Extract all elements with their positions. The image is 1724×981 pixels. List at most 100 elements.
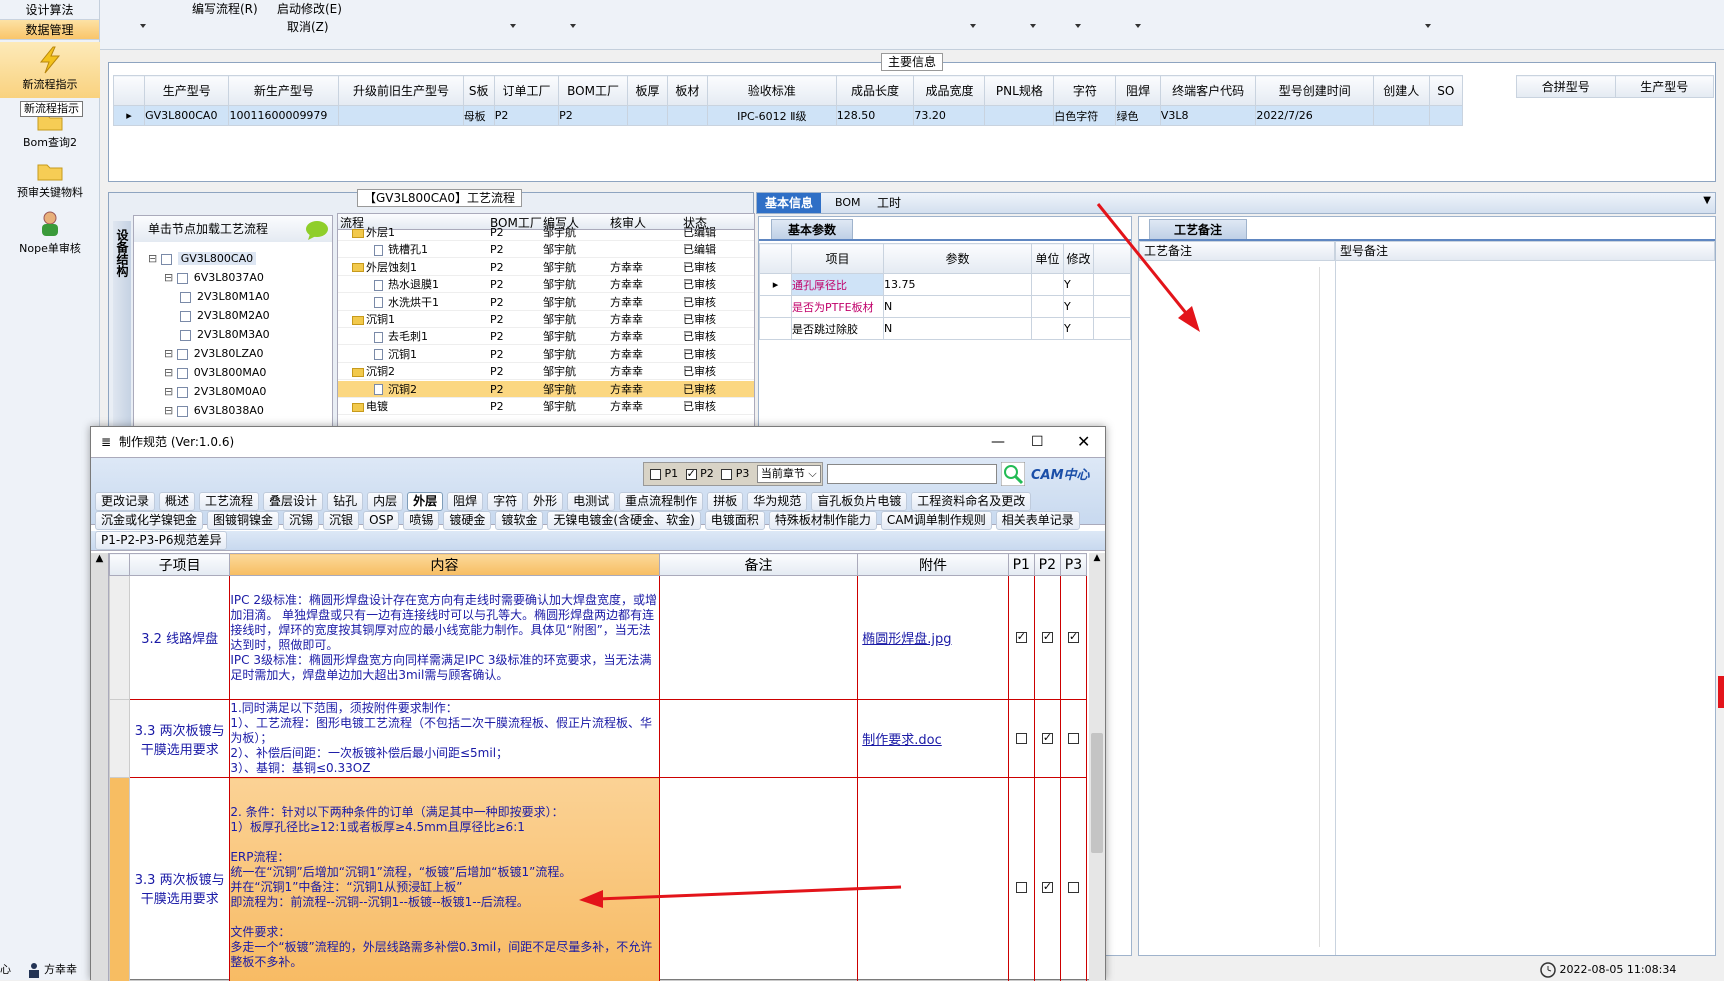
tag-button[interactable]: 拼板 xyxy=(707,492,743,511)
column-header[interactable]: 验收标准 xyxy=(707,76,836,106)
table-row[interactable]: 是否跳过除胶 N Y xyxy=(760,318,1131,340)
tab-hours[interactable]: 工时 xyxy=(869,193,909,213)
cell[interactable]: 10011600009979 xyxy=(229,106,339,126)
side-tab-device-structure[interactable]: 设备结构 xyxy=(113,221,131,431)
attachment-link[interactable] xyxy=(858,778,1008,981)
table-row[interactable]: 沉铜2P2邹宇航方幸幸已审核 xyxy=(338,381,755,398)
tag-button[interactable]: 重点流程制作 xyxy=(619,492,703,511)
minimize-icon[interactable]: — xyxy=(991,427,1005,457)
tag-button[interactable]: 喷锡 xyxy=(403,511,439,530)
param-mod[interactable]: Y xyxy=(1064,274,1094,296)
column-header[interactable]: 订单工厂 xyxy=(494,76,558,106)
cell[interactable]: 73.20 xyxy=(914,106,985,126)
param-value[interactable]: N xyxy=(884,296,1032,318)
tag-button[interactable]: 外形 xyxy=(527,492,563,511)
tag-button[interactable]: 电镀面积 xyxy=(705,511,765,530)
notes-scrollbar[interactable] xyxy=(1319,267,1331,947)
search-icon[interactable] xyxy=(1001,462,1025,486)
p1-checkbox[interactable] xyxy=(1016,632,1027,643)
column-header[interactable]: 子项目 xyxy=(130,554,230,576)
column-header[interactable]: 合拼型号 xyxy=(1517,76,1616,98)
close-icon[interactable]: ✕ xyxy=(1077,427,1090,457)
column-header[interactable]: 板材 xyxy=(667,76,707,106)
tag-button[interactable]: 外层 xyxy=(407,492,443,511)
tag-button[interactable]: 特殊板材制作能力 xyxy=(769,511,877,530)
column-header[interactable]: 生产型号 xyxy=(145,76,229,106)
sidebar-category-design[interactable]: 设计算法 xyxy=(0,0,99,20)
cell[interactable]: IPC-6012 Ⅱ级 xyxy=(707,106,836,126)
tag-button[interactable]: 阻焊 xyxy=(447,492,483,511)
column-header[interactable]: 终端客户代码 xyxy=(1160,76,1255,106)
note-cell[interactable] xyxy=(659,778,858,981)
tag-button[interactable]: 沉锡 xyxy=(283,511,319,530)
column-header[interactable]: 参数 xyxy=(884,244,1032,274)
scroll-thumb[interactable] xyxy=(1091,733,1103,853)
column-header[interactable]: S板 xyxy=(463,76,494,106)
tree-node[interactable]: ⊟ GV3L800CA0 xyxy=(148,252,256,265)
table-row[interactable]: 3.2 线路焊盘 IPC 2级标准：椭圆形焊盘设计存在宽方向有走线时需要确认加大… xyxy=(110,576,1087,700)
sidebar-item-nope-review[interactable]: Nope单审核 xyxy=(0,210,100,256)
cell[interactable]: V3L8 xyxy=(1160,106,1255,126)
param-value[interactable]: N xyxy=(884,318,1032,340)
table-row[interactable]: 去毛刺1P2邹宇航方幸幸已审核 xyxy=(338,328,755,345)
column-header[interactable]: P3 xyxy=(1060,554,1086,576)
attachment-link-text[interactable]: 椭圆形焊盘.jpg xyxy=(862,632,951,647)
sub-item[interactable]: 3.3 两次板镀与干膜选用要求 xyxy=(130,778,230,981)
tag-button[interactable]: OSP xyxy=(363,511,399,530)
tree-node[interactable]: 2V3L80M3A0 xyxy=(180,328,270,341)
column-header[interactable]: BOM工厂 xyxy=(559,76,628,106)
table-row[interactable]: ▸ 通孔厚径比 13.75 Y xyxy=(760,274,1131,296)
column-header[interactable]: SO xyxy=(1429,76,1462,106)
tag-button[interactable]: 字符 xyxy=(487,492,523,511)
param-item[interactable]: 通孔厚径比 xyxy=(792,274,884,296)
column-header[interactable]: 创建人 xyxy=(1374,76,1430,106)
cell[interactable] xyxy=(985,106,1054,126)
tab-basic-info[interactable]: 基本信息 xyxy=(757,193,821,213)
attachment-link[interactable]: 椭圆形焊盘.jpg xyxy=(858,576,1008,700)
column-header[interactable]: 附件 xyxy=(858,554,1008,576)
column-header[interactable]: P2 xyxy=(1034,554,1060,576)
column-header[interactable]: 成品长度 xyxy=(836,76,914,106)
p1-checkbox[interactable] xyxy=(1016,733,1027,744)
sidebar-item-key-material[interactable]: 预审关键物料 xyxy=(0,160,100,200)
right-scrollbar[interactable]: ▲ xyxy=(1089,553,1105,981)
cell[interactable]: 128.50 xyxy=(836,106,914,126)
tag-button[interactable]: 无镍电镀金(含硬金、软金) xyxy=(547,511,700,530)
cell[interactable] xyxy=(667,106,707,126)
tag-button[interactable]: 电测试 xyxy=(567,492,615,511)
table-row[interactable]: 外层蚀刻1P2邹宇航方幸幸已审核 xyxy=(338,259,755,276)
edit-flow-item[interactable]: 编写流程(R) xyxy=(192,2,258,17)
param-unit[interactable] xyxy=(1032,274,1064,296)
scroll-up-icon[interactable]: ▲ xyxy=(1089,553,1105,563)
cell[interactable]: P2 xyxy=(494,106,558,126)
tag-button[interactable]: 工程资料命名及更改 xyxy=(911,492,1031,511)
table-row[interactable]: 是否为PTFE板材 N Y xyxy=(760,296,1131,318)
tag-button[interactable]: 沉银 xyxy=(323,511,359,530)
tag-button[interactable]: 镀硬金 xyxy=(443,511,491,530)
p2-checkbox[interactable] xyxy=(686,469,697,480)
cell[interactable]: 绿色 xyxy=(1116,106,1160,126)
chevron-down-icon[interactable]: ▼ xyxy=(1703,195,1711,206)
expander-icon[interactable]: ⊟ xyxy=(164,404,177,417)
cell[interactable]: 白色字符 xyxy=(1054,106,1116,126)
column-header[interactable]: 板厚 xyxy=(627,76,667,106)
tag-button[interactable]: 沉金或化学镍钯金 xyxy=(95,511,203,530)
attachment-link[interactable]: 制作要求.doc xyxy=(858,700,1008,778)
tag-button[interactable]: 华为规范 xyxy=(747,492,807,511)
cell[interactable]: 2022/7/26 xyxy=(1256,106,1374,126)
cell[interactable]: GV3L800CA0 xyxy=(145,106,229,126)
p3-checkbox[interactable] xyxy=(1068,882,1079,893)
column-header[interactable]: 成品宽度 xyxy=(914,76,985,106)
tag-button[interactable]: 更改记录 xyxy=(95,492,155,511)
content-cell[interactable]: IPC 2级标准：椭圆形焊盘设计存在宽方向有走线时需要确认加大焊盘宽度，或增加泪… xyxy=(230,576,659,700)
param-unit[interactable] xyxy=(1032,296,1064,318)
column-header[interactable]: 备注 xyxy=(659,554,858,576)
tag-button[interactable]: 叠层设计 xyxy=(263,492,323,511)
tree-node[interactable]: ⊟ 2V3L80LZA0 xyxy=(164,347,264,360)
tab-basic-params[interactable]: 基本参数 xyxy=(771,219,853,239)
p2-checkbox[interactable] xyxy=(1042,882,1053,893)
cell[interactable] xyxy=(1374,106,1430,126)
p2-checkbox[interactable] xyxy=(1042,632,1053,643)
column-header[interactable]: 字符 xyxy=(1054,76,1116,106)
tree-node[interactable]: ⊟ 6V3L8038A0 xyxy=(164,404,264,417)
